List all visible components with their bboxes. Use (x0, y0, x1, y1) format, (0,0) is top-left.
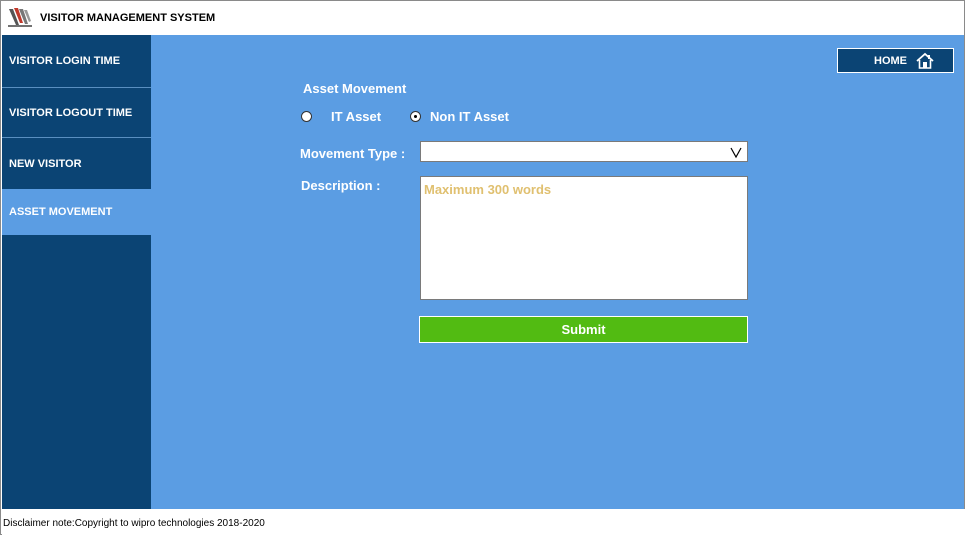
footer: Disclaimer note:Copyright to wipro techn… (2, 509, 965, 535)
description-label: Description : (301, 178, 381, 193)
title-bar: VISITOR MANAGEMENT SYSTEM (1, 1, 964, 34)
section-title: Asset Movement (303, 81, 407, 96)
main-content: HOME Asset Movement IT Asset Non IT Asse… (151, 35, 964, 509)
description-placeholder: Maximum 300 words (424, 182, 552, 197)
sidebar: VISITOR LOGIN TIME VISITOR LOGOUT TIME N… (2, 35, 151, 509)
non-it-asset-label[interactable]: Non IT Asset (430, 109, 509, 124)
description-textarea[interactable]: Maximum 300 words (420, 176, 748, 300)
sidebar-item-visitor-logout-time[interactable]: VISITOR LOGOUT TIME (2, 89, 151, 138)
it-asset-radio[interactable] (301, 111, 312, 122)
movement-type-label: Movement Type : (300, 146, 406, 161)
sidebar-item-new-visitor[interactable]: NEW VISITOR (2, 139, 151, 189)
app-title: VISITOR MANAGEMENT SYSTEM (40, 12, 216, 24)
home-button[interactable]: HOME (837, 48, 954, 73)
sidebar-item-label: VISITOR LOGOUT TIME (9, 107, 133, 119)
sidebar-item-label: ASSET MOVEMENT (9, 206, 113, 218)
home-label: HOME (874, 55, 907, 67)
wipro-logo-icon (8, 8, 32, 27)
sidebar-item-visitor-login-time[interactable]: VISITOR LOGIN TIME (2, 35, 151, 88)
radio-selected-dot (414, 115, 417, 118)
sidebar-item-label: NEW VISITOR (9, 158, 82, 170)
app-window: VISITOR MANAGEMENT SYSTEM VISITOR LOGIN … (0, 0, 965, 535)
submit-button[interactable]: Submit (419, 316, 748, 343)
footer-disclaimer: Disclaimer note:Copyright to wipro techn… (3, 518, 265, 529)
movement-type-select[interactable] (420, 141, 748, 162)
it-asset-label[interactable]: IT Asset (331, 109, 381, 124)
chevron-down-icon (730, 147, 742, 159)
sidebar-item-asset-movement[interactable]: ASSET MOVEMENT (2, 189, 151, 235)
sidebar-item-label: VISITOR LOGIN TIME (9, 55, 121, 67)
non-it-asset-radio[interactable] (410, 111, 421, 122)
home-icon (916, 52, 934, 69)
